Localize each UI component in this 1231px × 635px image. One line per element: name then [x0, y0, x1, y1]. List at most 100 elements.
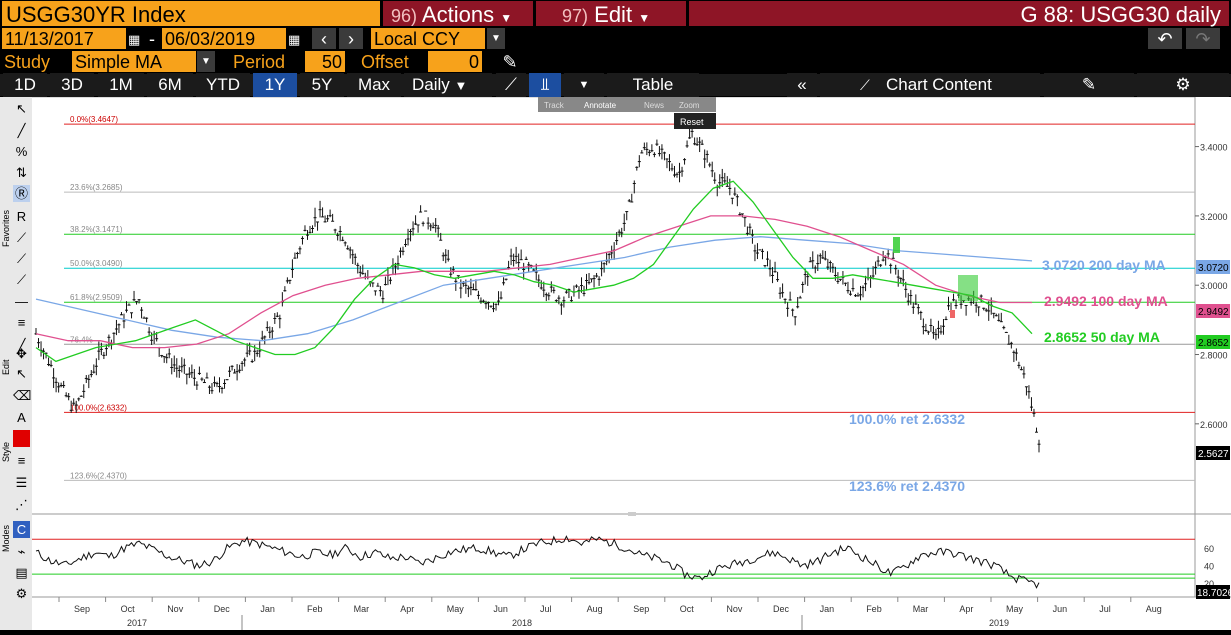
frequency-select[interactable]: Daily ▼: [404, 73, 492, 97]
offset-input[interactable]: 0: [428, 51, 482, 72]
collapse-left-icon[interactable]: «: [787, 73, 817, 97]
range-1m-button[interactable]: 1M: [98, 73, 144, 97]
news-tool[interactable]: News: [644, 101, 664, 110]
study-bar: Study Simple MA ▼ Period 50 Offset 0 ✎: [0, 50, 1231, 73]
chart-mode-icon[interactable]: C: [13, 521, 30, 538]
bar-chart-icon[interactable]: ⫫: [529, 73, 561, 97]
fib-label: 0.0%(3.4647): [70, 115, 118, 124]
study-value: Simple MA: [75, 52, 163, 72]
month-label: Mar: [913, 604, 929, 614]
text-icon[interactable]: A: [13, 409, 30, 426]
undo-button[interactable]: ↶: [1148, 28, 1182, 49]
range-1y-button[interactable]: 1Y: [253, 73, 297, 97]
study-select[interactable]: Simple MA: [72, 51, 196, 72]
currency-select[interactable]: Local CCY: [371, 28, 485, 49]
next-period-button[interactable]: ›: [339, 28, 363, 49]
r-tool-icon[interactable]: R: [13, 208, 30, 225]
gear-icon[interactable]: ⚙: [1137, 73, 1229, 97]
settings-gear-icon[interactable]: ⚙: [13, 585, 30, 602]
offset-label: Offset: [361, 52, 409, 72]
annotation-mode-icon[interactable]: ▤: [13, 564, 30, 581]
highlight-box-apr: [958, 275, 978, 301]
chart-area[interactable]: 0.0%(3.4647) 23.6%(3.2685) 38.2%(3.1471) 50…: [32, 96, 1231, 630]
chart-content-label: Chart Content: [886, 75, 992, 94]
channel-icon[interactable]: ⟋: [13, 271, 30, 288]
ticker-field[interactable]: USGG30YR Index: [2, 1, 380, 27]
edit-number: 97): [562, 6, 589, 26]
chart-content-button[interactable]: ⟋ Chart Content: [820, 73, 1040, 97]
range-max-button[interactable]: Max: [347, 73, 401, 97]
chevron-down-icon[interactable]: ▼: [487, 28, 505, 49]
start-date: 11/13/2017: [5, 29, 94, 49]
month-label: Feb: [866, 604, 882, 614]
annotate-tool[interactable]: Annotate: [584, 101, 617, 110]
fib-tool-icon[interactable]: ⇅: [13, 164, 30, 181]
chevron-down-icon[interactable]: ▼: [197, 51, 215, 72]
month-label: Oct: [121, 604, 136, 614]
month-label: Aug: [1146, 604, 1162, 614]
actions-number: 96): [391, 6, 418, 26]
zoom-tool[interactable]: Zoom: [679, 101, 700, 110]
range-ytd-button[interactable]: YTD: [196, 73, 250, 97]
chevron-down-icon: ▼: [638, 11, 651, 25]
ray-line-icon[interactable]: ⟋: [13, 250, 30, 267]
chevron-down-icon[interactable]: ▼: [564, 73, 604, 97]
style-label: Style: [1, 441, 11, 462]
range-1d-button[interactable]: 1D: [3, 73, 47, 97]
fib-label: 123.6%(2.4370): [70, 471, 127, 480]
calendar-icon[interactable]: ▦: [288, 28, 306, 49]
month-label: Jul: [540, 604, 552, 614]
cursor-icon[interactable]: ↖: [13, 100, 30, 117]
line-style-icon[interactable]: ☰: [13, 474, 30, 491]
month-label: Jun: [493, 604, 508, 614]
color-swatch-icon[interactable]: [13, 430, 30, 447]
ma200-badge-text: 3.0720: [1198, 263, 1229, 274]
calendar-icon[interactable]: ▦: [128, 28, 146, 49]
range-bar: 1D 3D 1M 6M YTD 1Y 5Y Max Daily ▼ ⟋ ⫫ ▼ …: [0, 73, 1231, 97]
period-input[interactable]: 50: [305, 51, 345, 72]
start-date-field[interactable]: 11/13/2017: [2, 28, 126, 49]
compare-mode-icon[interactable]: ⌁: [13, 543, 30, 560]
month-label: Aug: [587, 604, 603, 614]
month-label: Nov: [726, 604, 743, 614]
modes-label: Modes: [1, 524, 11, 552]
panel-resize-handle[interactable]: [628, 512, 636, 516]
range-3d-button[interactable]: 3D: [50, 73, 94, 97]
rsi-tick-label: 60: [1204, 544, 1214, 554]
trend-line-icon[interactable]: ⟋: [13, 229, 30, 246]
year-label: 2019: [989, 618, 1009, 628]
eraser-icon[interactable]: ⌫: [13, 387, 31, 404]
month-label: Jul: [1099, 604, 1111, 614]
line-chart-icon[interactable]: ⟋: [496, 73, 526, 97]
ma200-line: [35, 236, 1033, 342]
line-weight-icon[interactable]: ≡: [13, 452, 30, 469]
move-icon[interactable]: ✥: [13, 345, 30, 362]
range-5y-button[interactable]: 5Y: [300, 73, 344, 97]
horizontal-line-icon[interactable]: —: [13, 293, 30, 310]
edit-menu[interactable]: 97) Edit ▼: [536, 1, 686, 27]
month-label: Jan: [820, 604, 835, 614]
month-label: Dec: [773, 604, 790, 614]
redo-button[interactable]: ↷: [1186, 28, 1220, 49]
edit-chart-icon[interactable]: ✎: [1044, 73, 1134, 97]
chevron-right-icon: ›: [348, 29, 354, 49]
parallel-lines-icon[interactable]: ≡: [13, 314, 30, 331]
chart-svg[interactable]: 0.0%(3.4647) 23.6%(3.2685) 38.2%(3.1471) 50…: [32, 96, 1231, 630]
actions-menu[interactable]: 96) Actions ▼: [383, 1, 533, 27]
fib-retracement-icon[interactable]: Ⓡ: [13, 185, 30, 202]
pencil-icon[interactable]: ✎: [498, 51, 522, 72]
frequency-value: Daily: [412, 75, 450, 94]
table-button[interactable]: Table: [607, 73, 699, 97]
period-value: 50: [321, 52, 342, 72]
month-label: May: [1006, 604, 1024, 614]
range-6m-button[interactable]: 6M: [147, 73, 193, 97]
percent-tool-icon[interactable]: %: [13, 143, 30, 160]
date-dash: -: [149, 29, 155, 49]
edit-label: Edit: [1, 359, 11, 375]
end-date-field[interactable]: 06/03/2019: [162, 28, 286, 49]
line-tool-icon[interactable]: ╱: [13, 122, 30, 139]
prev-period-button[interactable]: ‹: [312, 28, 336, 49]
dashed-line-icon[interactable]: ⋰: [13, 496, 30, 513]
track-tool[interactable]: Track: [544, 101, 565, 110]
pointer-icon[interactable]: ↖: [13, 365, 30, 382]
